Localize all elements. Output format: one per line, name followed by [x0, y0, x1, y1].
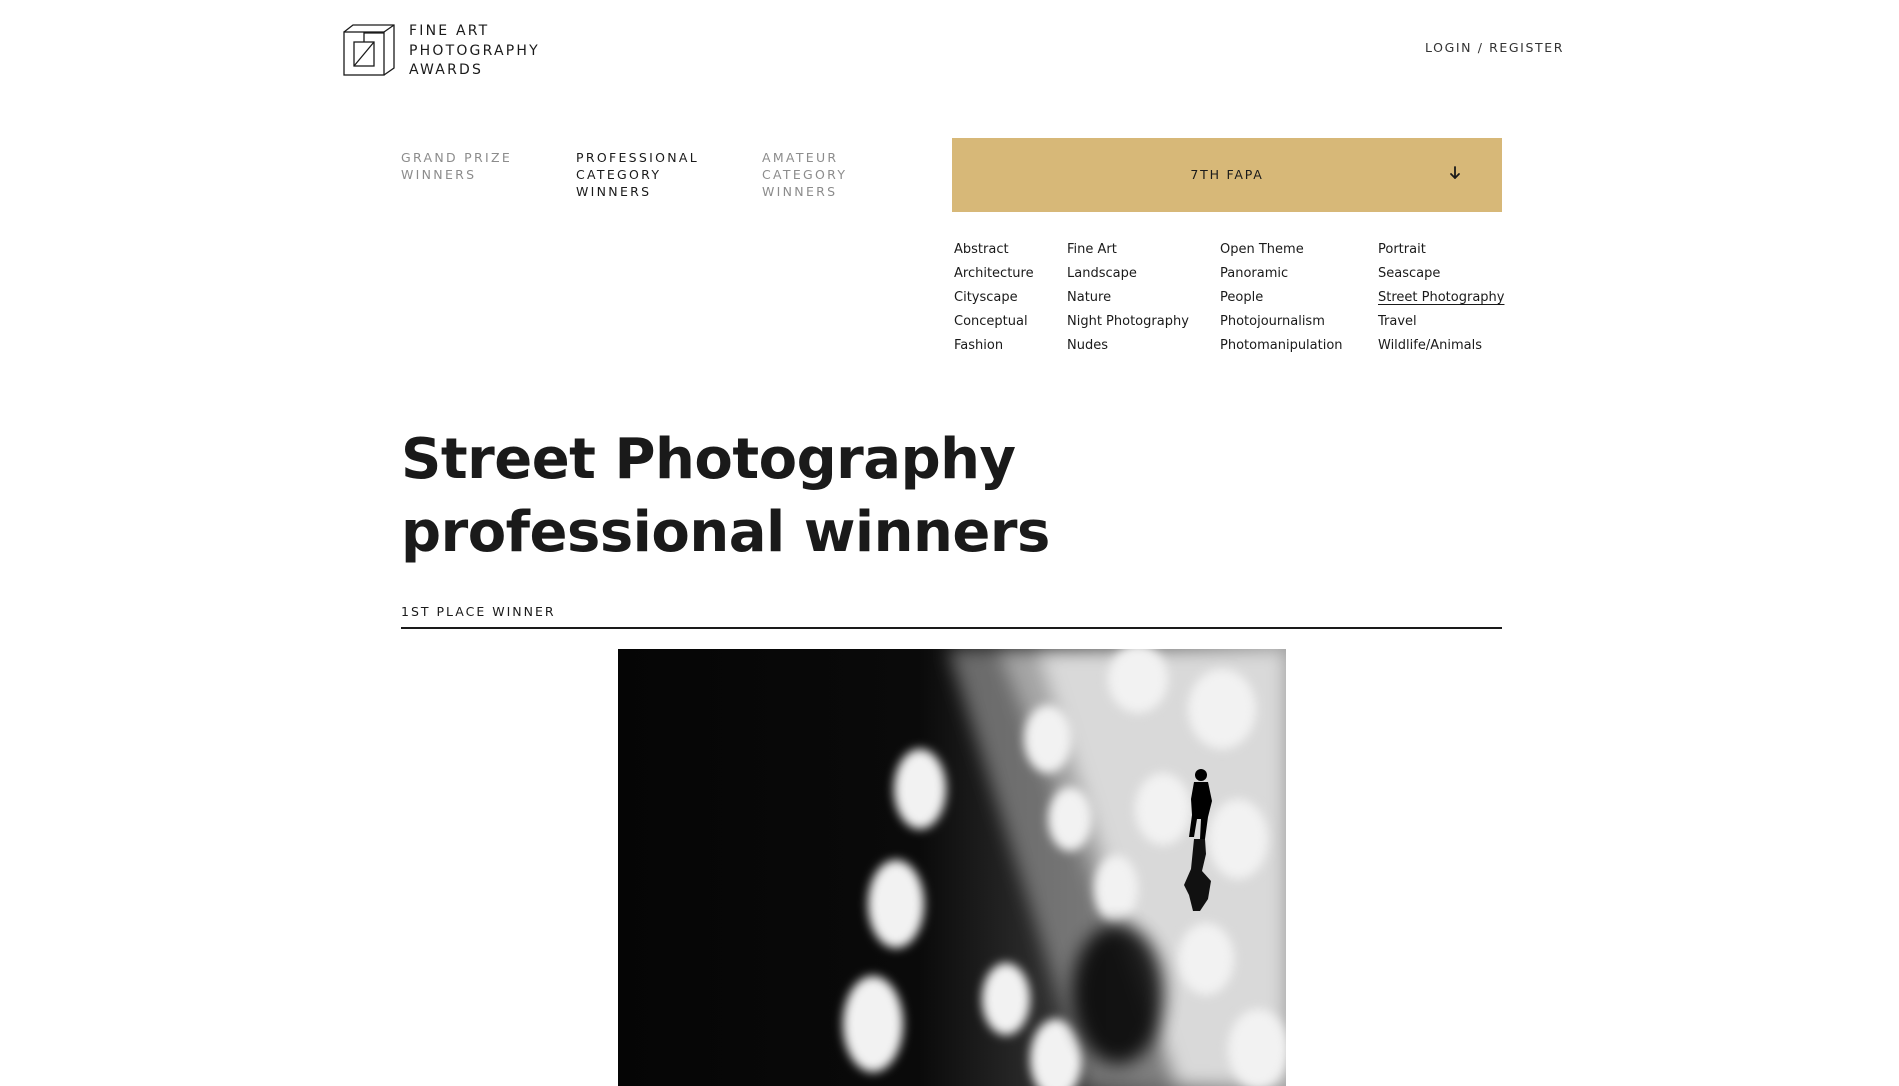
page-title-line: professional winners: [401, 500, 1050, 565]
logo-line: FINE ART: [409, 23, 490, 39]
site-logo[interactable]: FINE ART PHOTOGRAPHY AWARDS: [343, 22, 540, 81]
category-link-photomanipulation[interactable]: Photomanipulation: [1220, 336, 1343, 360]
tab-professional-category-winners[interactable]: PROFESSIONAL CATEGORY WINNERS: [576, 149, 736, 200]
category-link-panoramic[interactable]: Panoramic: [1220, 264, 1343, 288]
tab-label-line: GRAND PRIZE: [401, 150, 513, 165]
category-column: Abstract Architecture Cityscape Conceptu…: [954, 240, 1034, 360]
logo-mark-icon: [343, 24, 395, 76]
place-label: 1ST PLACE WINNER: [401, 604, 556, 619]
category-link-fashion[interactable]: Fashion: [954, 336, 1034, 360]
category-link-street-photography[interactable]: Street Photography: [1378, 288, 1504, 312]
page-title-line: Street Photography: [401, 427, 1016, 492]
page-title: Street Photography professional winners: [401, 423, 1301, 569]
tab-label-line: WINNERS: [401, 167, 477, 182]
category-link-landscape[interactable]: Landscape: [1067, 264, 1189, 288]
category-link-abstract[interactable]: Abstract: [954, 240, 1034, 264]
category-link-fine-art[interactable]: Fine Art: [1067, 240, 1189, 264]
category-column: Portrait Seascape Street Photography Tra…: [1378, 240, 1504, 360]
category-column: Fine Art Landscape Nature Night Photogra…: [1067, 240, 1189, 360]
login-register-link[interactable]: LOGIN / REGISTER: [1420, 40, 1564, 55]
tab-label-line: CATEGORY: [762, 167, 848, 182]
tab-label-line: AMATEUR: [762, 150, 839, 165]
category-link-people[interactable]: People: [1220, 288, 1343, 312]
category-link-travel[interactable]: Travel: [1378, 312, 1504, 336]
category-column: Open Theme Panoramic People Photojournal…: [1220, 240, 1343, 360]
divider: [401, 627, 1502, 629]
category-link-portrait[interactable]: Portrait: [1378, 240, 1504, 264]
logo-line: AWARDS: [409, 62, 484, 78]
logo-line: PHOTOGRAPHY: [409, 42, 540, 59]
edition-label: 7TH FAPA: [1190, 167, 1264, 182]
logo-text: FINE ART PHOTOGRAPHY AWARDS: [409, 22, 540, 81]
edition-dropdown[interactable]: 7TH FAPA: [952, 138, 1502, 212]
category-link-conceptual[interactable]: Conceptual: [954, 312, 1034, 336]
arrow-down-icon: [1450, 166, 1460, 179]
category-link-night-photography[interactable]: Night Photography: [1067, 312, 1189, 336]
category-link-wildlife-animals[interactable]: Wildlife/Animals: [1378, 336, 1504, 360]
tab-label-line: WINNERS: [762, 184, 838, 199]
tab-label-line: CATEGORY: [576, 167, 662, 182]
winner-photo-image: [618, 649, 1286, 1086]
tab-grand-prize-winners[interactable]: GRAND PRIZE WINNERS: [401, 149, 561, 183]
category-link-architecture[interactable]: Architecture: [954, 264, 1034, 288]
category-link-nudes[interactable]: Nudes: [1067, 336, 1189, 360]
category-link-photojournalism[interactable]: Photojournalism: [1220, 312, 1343, 336]
tab-label-line: WINNERS: [576, 184, 652, 199]
category-link-seascape[interactable]: Seascape: [1378, 264, 1504, 288]
tab-label-line: PROFESSIONAL: [576, 150, 700, 165]
tab-amateur-category-winners[interactable]: AMATEUR CATEGORY WINNERS: [762, 149, 922, 200]
winner-photo[interactable]: [618, 649, 1286, 1086]
category-link-nature[interactable]: Nature: [1067, 288, 1189, 312]
category-link-cityscape[interactable]: Cityscape: [954, 288, 1034, 312]
category-link-open-theme[interactable]: Open Theme: [1220, 240, 1343, 264]
